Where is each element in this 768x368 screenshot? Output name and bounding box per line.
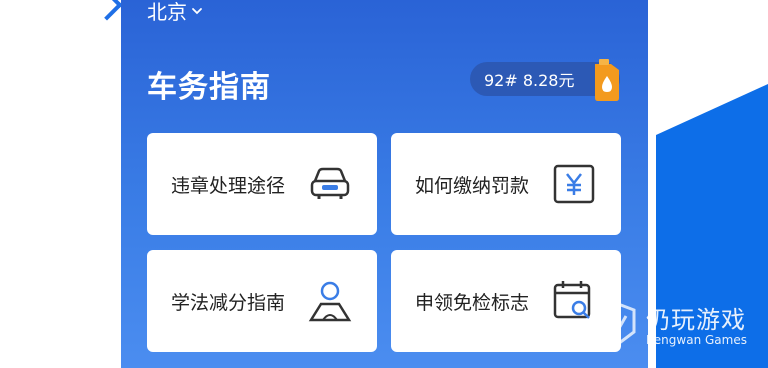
watermark-en: Rengwan Games bbox=[646, 333, 747, 347]
card-label: 学法减分指南 bbox=[171, 291, 286, 314]
calendar-search-icon bbox=[553, 281, 591, 319]
fuel-price-text: 92# 8.28元 bbox=[484, 71, 575, 90]
card-label: 申领免检标志 bbox=[415, 291, 530, 314]
card-violation-handling[interactable]: 违章处理途径 bbox=[147, 133, 377, 235]
city-selector[interactable]: 北京 bbox=[147, 0, 203, 25]
card-inspection-exemption[interactable]: 申领免检标志 bbox=[391, 250, 621, 352]
card-label: 违章处理途径 bbox=[171, 174, 286, 197]
chevron-accent-icon bbox=[91, 0, 123, 21]
watermark-logo-icon bbox=[600, 301, 636, 346]
yuan-icon bbox=[553, 164, 595, 204]
card-label: 如何缴纳罚款 bbox=[415, 174, 530, 197]
chevron-down-icon bbox=[192, 7, 202, 14]
card-study-points-guide[interactable]: 学法减分指南 bbox=[147, 250, 377, 352]
phone-screen: 北京 车务指南 92# 8.28元 违章处理途径 如何缴纳罚款 学法减分指南 申… bbox=[121, 0, 648, 368]
city-label: 北京 bbox=[147, 0, 187, 24]
watermark: 仍玩游戏 Rengwan Games bbox=[598, 300, 747, 347]
fuel-can-icon bbox=[595, 59, 619, 101]
watermark-cn: 仍玩游戏 bbox=[646, 306, 746, 334]
card-pay-fines[interactable]: 如何缴纳罚款 bbox=[391, 133, 621, 235]
page-title: 车务指南 bbox=[147, 70, 271, 105]
person-icon bbox=[308, 281, 352, 322]
car-icon bbox=[310, 167, 350, 199]
